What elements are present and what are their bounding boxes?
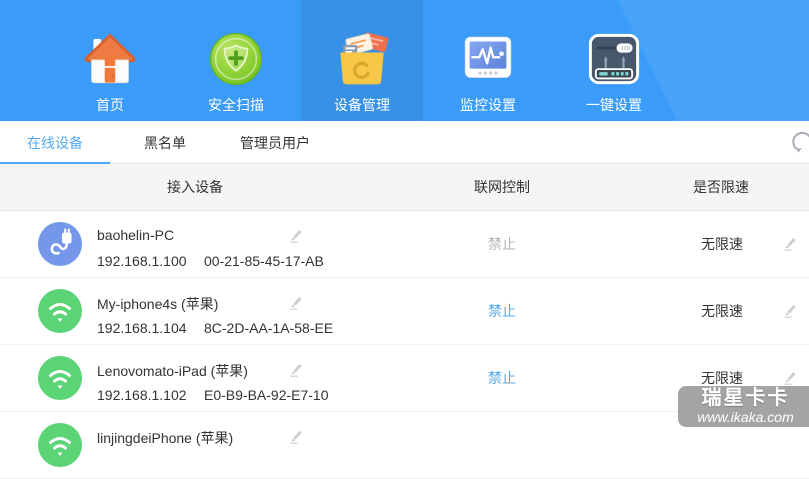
nav-item-device-manage[interactable]: 设备管理: [301, 0, 423, 121]
device-mac: E0-B9-BA-92-E7-10: [204, 387, 329, 403]
device-name: linjingdeiPhone (苹果): [97, 430, 234, 446]
main-nav: 首页 安全扫描 设备管理 监控设置 一键设置: [0, 0, 809, 121]
nav-label-home: 首页: [96, 97, 124, 113]
column-header-network-control: 联网控制: [474, 179, 530, 195]
device-mac: 00-21-85-45-17-AB: [204, 253, 324, 269]
device-manage-icon: [332, 27, 392, 91]
device-list: baohelin-PC 192.168.1.100 00-21-85-45-17…: [0, 211, 809, 479]
edit-name-icon[interactable]: [288, 362, 305, 379]
table-row: My-iphone4s (苹果) 192.168.1.104 8C-2D-AA-…: [0, 278, 809, 345]
device-name: baohelin-PC: [97, 227, 175, 243]
device-ip: 192.168.1.100: [97, 253, 187, 269]
edit-speed-limit-icon[interactable]: [782, 303, 799, 320]
network-control-action[interactable]: 禁止: [488, 301, 516, 321]
wifi-device-icon: [38, 423, 82, 467]
edit-name-icon[interactable]: [288, 429, 305, 446]
nav-label-security-scan: 安全扫描: [208, 97, 264, 113]
network-control-action: 禁止: [488, 236, 516, 252]
watermark-url: www.ikaka.com: [697, 409, 794, 425]
device-name: My-iphone4s (苹果): [97, 296, 219, 312]
device-ip: 192.168.1.102: [97, 387, 187, 403]
one-key-setup-icon: [587, 27, 641, 91]
nav-label-one-key-setup: 一键设置: [586, 97, 642, 113]
security-scan-icon: [207, 27, 265, 91]
nav-item-home[interactable]: 首页: [49, 0, 171, 121]
table-header: 接入设备 联网控制 是否限速: [0, 164, 809, 211]
refresh-icon[interactable]: [787, 128, 809, 158]
device-name: Lenovomato-iPad (苹果): [97, 363, 248, 379]
app-header: 首页 安全扫描 设备管理 监控设置 一键设置: [0, 0, 809, 121]
tab-blacklist[interactable]: 黑名单: [110, 121, 220, 164]
table-row: baohelin-PC 192.168.1.100 00-21-85-45-17…: [0, 211, 809, 278]
edit-name-icon[interactable]: [288, 228, 305, 245]
watermark-brand: 瑞星卡卡: [701, 387, 790, 409]
nav-label-monitor-settings: 监控设置: [460, 97, 516, 113]
column-header-device: 接入设备: [167, 179, 223, 195]
nav-item-monitor-settings[interactable]: 监控设置: [427, 0, 549, 121]
speed-limit-value: 无限速: [701, 370, 743, 386]
usb-device-icon: [38, 222, 82, 266]
wifi-device-icon: [38, 289, 82, 333]
tab-bar: 在线设备 黑名单 管理员用户: [0, 121, 809, 165]
network-control-action[interactable]: 禁止: [488, 368, 516, 388]
wifi-device-icon: [38, 356, 82, 400]
tab-admin-users[interactable]: 管理员用户: [220, 121, 330, 164]
tab-online-devices[interactable]: 在线设备: [0, 121, 110, 165]
watermark-badge: 瑞星卡卡 www.ikaka.com: [678, 386, 809, 427]
monitor-settings-icon: [460, 27, 516, 91]
edit-name-icon[interactable]: [288, 295, 305, 312]
edit-speed-limit-icon[interactable]: [782, 370, 799, 387]
device-ip: 192.168.1.104: [97, 320, 187, 336]
speed-limit-value: 无限速: [701, 236, 743, 252]
column-header-speed-limit: 是否限速: [693, 179, 749, 195]
speed-limit-value: 无限速: [701, 303, 743, 319]
nav-label-device-manage: 设备管理: [334, 97, 390, 113]
home-icon: [82, 27, 138, 91]
nav-item-security-scan[interactable]: 安全扫描: [175, 0, 297, 121]
edit-speed-limit-icon[interactable]: [782, 236, 799, 253]
device-mac: 8C-2D-AA-1A-58-EE: [204, 320, 334, 336]
nav-item-one-key-setup[interactable]: 一键设置: [553, 0, 675, 121]
